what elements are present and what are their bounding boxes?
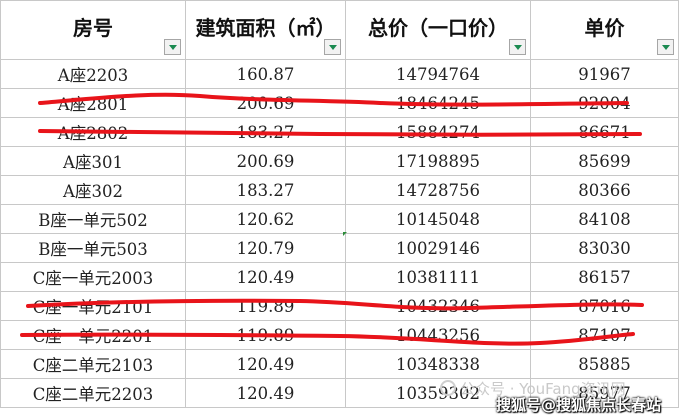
- cell-area[interactable]: 183.27: [185, 175, 346, 205]
- filter-dropdown-icon[interactable]: [164, 39, 181, 55]
- housing-price-table: 房号 建筑面积（㎡） 总价（一口价） 单价 A座2203 160.87 1479…: [0, 0, 679, 408]
- cell-room[interactable]: C座二单元2203: [0, 378, 186, 408]
- cell-area[interactable]: 120.49: [185, 262, 346, 292]
- cell-total[interactable]: 10443256: [345, 320, 531, 350]
- cell-room[interactable]: A座2203: [0, 59, 186, 89]
- table-row: A座301 200.69 17198895 85699: [0, 146, 679, 176]
- cell-room[interactable]: C座一单元2101: [0, 291, 186, 321]
- cell-unit[interactable]: 84108: [530, 204, 679, 234]
- cell-room[interactable]: C座一单元2201: [0, 320, 186, 350]
- cell-unit[interactable]: 86157: [530, 262, 679, 292]
- cell-area[interactable]: 200.69: [185, 88, 346, 118]
- cell-unit[interactable]: 85699: [530, 146, 679, 176]
- cell-total[interactable]: 10432346: [345, 291, 531, 321]
- cell-room[interactable]: C座一单元2003: [0, 262, 186, 292]
- cell-room[interactable]: A座302: [0, 175, 186, 205]
- table-row: A座2203 160.87 14794764 91967: [0, 59, 679, 89]
- cell-total[interactable]: 18464245: [345, 88, 531, 118]
- cell-room[interactable]: B座一单元503: [0, 233, 186, 263]
- cell-area[interactable]: 183.27: [185, 117, 346, 147]
- cell-unit[interactable]: 87107: [530, 320, 679, 350]
- cell-unit[interactable]: 83030: [530, 233, 679, 263]
- cell-area[interactable]: 119.89: [185, 291, 346, 321]
- cell-total[interactable]: 14728756: [345, 175, 531, 205]
- cell-total[interactable]: 17198895: [345, 146, 531, 176]
- header-unit-price: 单价: [530, 0, 679, 60]
- cell-area[interactable]: 120.79: [185, 233, 346, 263]
- cell-total[interactable]: 10145048: [345, 204, 531, 234]
- table-row: C座一单元2101 119.89 10432346 87016: [0, 291, 679, 321]
- header-floor-area: 建筑面积（㎡）: [185, 0, 346, 60]
- cell-unit[interactable]: 80366: [530, 175, 679, 205]
- filter-dropdown-icon[interactable]: [509, 39, 526, 55]
- table-row: A座2801 200.69 18464245 92004: [0, 88, 679, 118]
- cell-area[interactable]: 200.69: [185, 146, 346, 176]
- cell-total[interactable]: 10348338: [345, 349, 531, 379]
- header-room-number: 房号: [0, 0, 186, 60]
- cell-area[interactable]: 120.62: [185, 204, 346, 234]
- table-row: C座二单元2103 120.49 10348338 85885: [0, 349, 679, 379]
- header-row: 房号 建筑面积（㎡） 总价（一口价） 单价: [0, 0, 679, 60]
- table-row: C座二单元2203 120.49 10359302 85977: [0, 378, 679, 408]
- table-row: C座一单元2003 120.49 10381111 86157: [0, 262, 679, 292]
- cell-area[interactable]: 160.87: [185, 59, 346, 89]
- cell-unit[interactable]: 92004: [530, 88, 679, 118]
- cell-area[interactable]: 120.49: [185, 349, 346, 379]
- cell-room[interactable]: C座二单元2103: [0, 349, 186, 379]
- cell-total[interactable]: 15884274: [345, 117, 531, 147]
- cell-unit[interactable]: 87016: [530, 291, 679, 321]
- cell-corner-marker: [343, 232, 347, 236]
- filter-dropdown-icon[interactable]: [324, 39, 341, 55]
- cell-total[interactable]: 10381111: [345, 262, 531, 292]
- cell-unit[interactable]: 85885: [530, 349, 679, 379]
- cell-room[interactable]: A座301: [0, 146, 186, 176]
- cell-room[interactable]: B座一单元502: [0, 204, 186, 234]
- cell-total[interactable]: 10029146: [345, 233, 531, 263]
- table-row: B座一单元503 120.79 10029146 83030: [0, 233, 679, 263]
- spreadsheet: 房号 建筑面积（㎡） 总价（一口价） 单价 A座2203 160.87 1479…: [0, 0, 685, 420]
- cell-room[interactable]: A座2801: [0, 88, 186, 118]
- cell-area[interactable]: 119.89: [185, 320, 346, 350]
- table-row: A座2802 183.27 15884274 86671: [0, 117, 679, 147]
- cell-unit[interactable]: 91967: [530, 59, 679, 89]
- cell-total[interactable]: 10359302: [345, 378, 531, 408]
- table-row: B座一单元502 120.62 10145048 84108: [0, 204, 679, 234]
- cell-area[interactable]: 120.49: [185, 378, 346, 408]
- table-row: A座302 183.27 14728756 80366: [0, 175, 679, 205]
- header-total-price: 总价（一口价）: [345, 0, 531, 60]
- cell-unit[interactable]: 85977: [530, 378, 679, 408]
- filter-dropdown-icon[interactable]: [657, 39, 674, 55]
- cell-room[interactable]: A座2802: [0, 117, 186, 147]
- cell-total[interactable]: 14794764: [345, 59, 531, 89]
- table-row: C座一单元2201 119.89 10443256 87107: [0, 320, 679, 350]
- cell-unit[interactable]: 86671: [530, 117, 679, 147]
